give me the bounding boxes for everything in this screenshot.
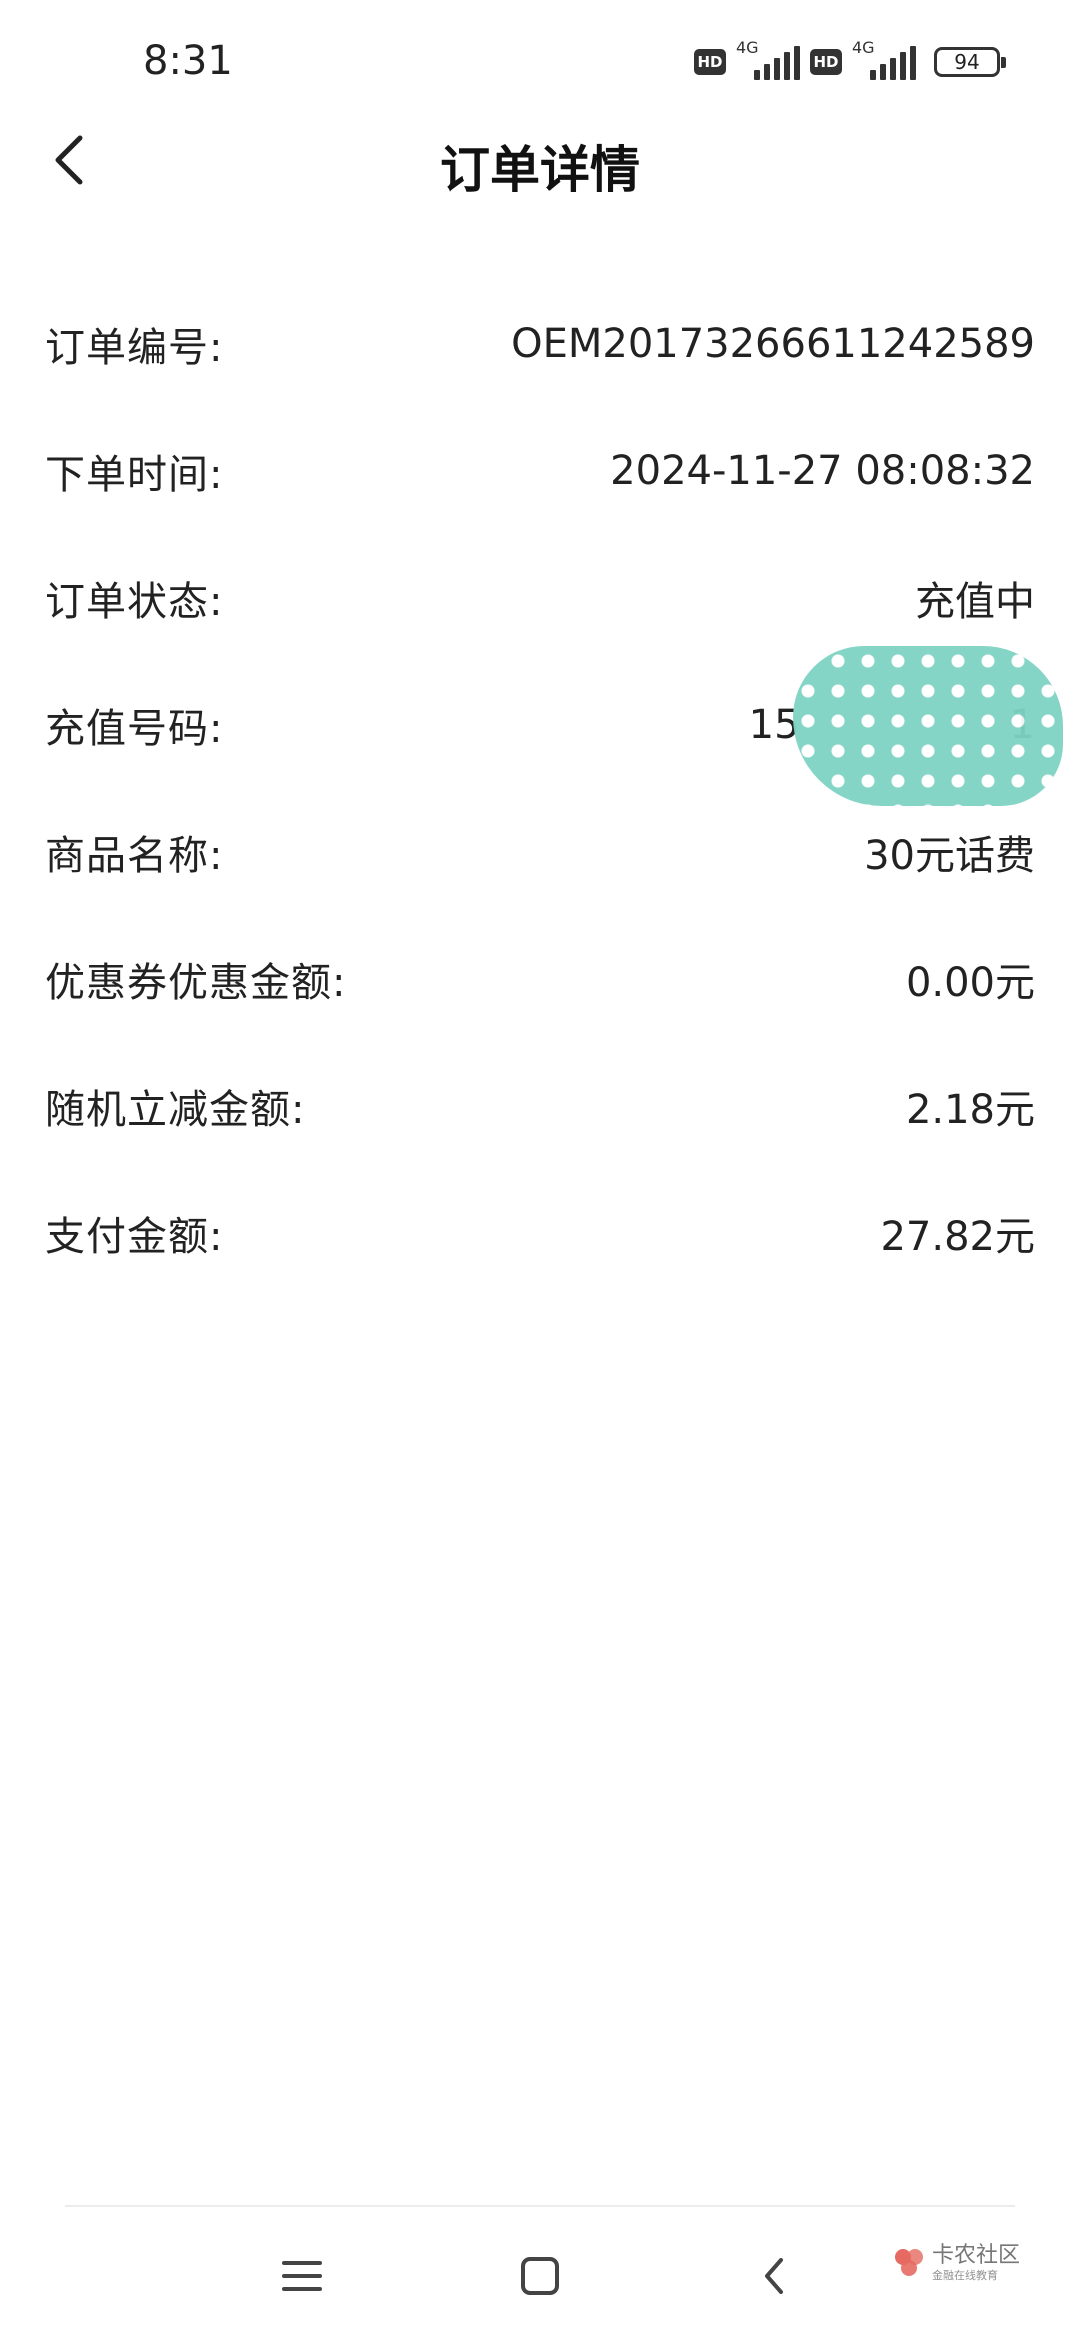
network-type-sim2: 4G (852, 38, 875, 57)
detail-row-order-no: 订单编号: OEM20173266611242589 (0, 280, 1080, 407)
watermark-sub: 金融在线教育 (931, 2269, 998, 2282)
order-no-label: 订单编号: (45, 324, 224, 371)
status-icons: HD 4G HD 4G 94 (694, 38, 1006, 80)
order-detail-screen: 8:31 HD 4G HD 4G 94 订单详情 订单编号: OEM201732… (0, 0, 1080, 2340)
order-status-value: 充值中 (915, 578, 1035, 625)
privacy-mask-sticker (793, 645, 1063, 806)
detail-row-product: 商品名称: 30元话费 (0, 788, 1080, 915)
hd-badge-sim2: HD (810, 49, 842, 75)
paid-amount-label: 支付金额: (45, 1213, 224, 1260)
kanong-logo-icon (894, 2249, 923, 2276)
phone-value-prefix: 15 (748, 701, 800, 748)
battery-level: 94 (954, 50, 980, 74)
recent-apps-button[interactable] (272, 2246, 332, 2306)
random-discount-value: 2.18元 (905, 1086, 1035, 1133)
home-button[interactable] (510, 2246, 570, 2306)
order-time-label: 下单时间: (45, 451, 224, 498)
detail-row-order-status: 订单状态: 充值中 (0, 534, 1080, 661)
random-discount-label: 随机立减金额: (45, 1086, 306, 1133)
coupon-discount-value: 0.00元 (905, 959, 1035, 1006)
detail-row-coupon-discount: 优惠券优惠金额: 0.00元 (0, 915, 1080, 1042)
coupon-discount-label: 优惠券优惠金额: (45, 959, 347, 1006)
hd-badge-sim1: HD (694, 49, 726, 75)
status-time: 8:31 (143, 38, 233, 84)
detail-row-order-time: 下单时间: 2024-11-27 08:08:32 (0, 407, 1080, 534)
phone-value: 151 (748, 645, 1063, 806)
signal-sim1-icon: 4G (736, 38, 800, 80)
watermark-main: 卡农社区 (931, 2243, 1020, 2268)
order-no-value: OEM20173266611242589 (511, 320, 1035, 367)
paid-amount-value: 27.82元 (880, 1213, 1035, 1260)
menu-icon (282, 2261, 322, 2291)
back-triangle-icon (765, 2258, 783, 2294)
network-type-sim1: 4G (736, 38, 759, 57)
nav-back-button[interactable] (745, 2246, 805, 2306)
product-value: 30元话费 (864, 832, 1035, 879)
phone-label: 充值号码: (45, 705, 224, 752)
signal-sim2-icon: 4G (852, 38, 916, 80)
detail-row-random-discount: 随机立减金额: 2.18元 (0, 1042, 1080, 1169)
order-time-value: 2024-11-27 08:08:32 (610, 447, 1035, 494)
order-status-label: 订单状态: (45, 578, 224, 625)
page-title: 订单详情 (440, 141, 640, 199)
product-label: 商品名称: (45, 832, 224, 879)
detail-row-paid-amount: 支付金额: 27.82元 (0, 1169, 1080, 1296)
page-header: 订单详情 (0, 110, 1080, 210)
nav-divider (65, 2205, 1015, 2207)
detail-row-phone: 充值号码: 151 (0, 645, 1080, 806)
home-square-icon (521, 2257, 559, 2295)
order-detail-list: 订单编号: OEM20173266611242589 下单时间: 2024-11… (0, 280, 1080, 1296)
watermark: 卡农社区 金融在线教育 (892, 2245, 1020, 2281)
battery-icon: 94 (934, 47, 1006, 77)
